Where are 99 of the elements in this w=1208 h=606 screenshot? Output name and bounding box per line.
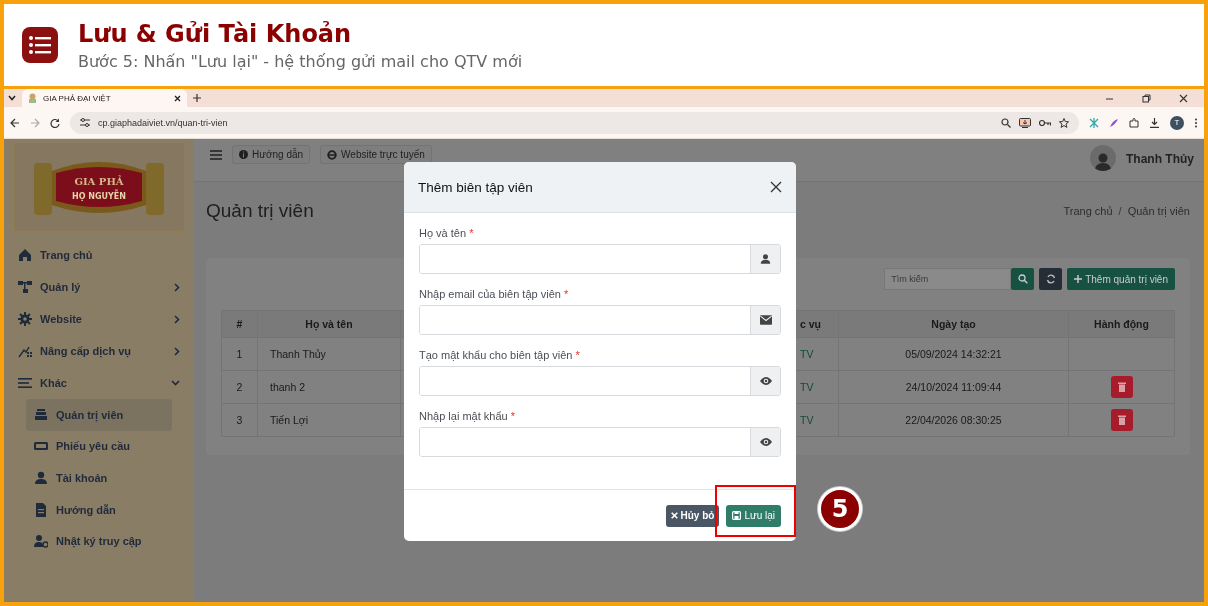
user-avatar[interactable]	[1090, 145, 1116, 171]
save-button[interactable]: Lưu lại	[726, 504, 781, 527]
sidebar-subitem[interactable]: Quản trị viên	[26, 399, 172, 431]
column-header: Hành động	[1068, 310, 1175, 338]
feather-icon[interactable]	[1109, 117, 1119, 128]
breadcrumb-link[interactable]: Trang chủ	[1063, 205, 1113, 217]
table-cell: 22/04/2026 08:30:25	[838, 403, 1069, 437]
column-header: Họ và tên	[257, 310, 401, 338]
close-icon[interactable]	[174, 94, 181, 102]
guide-subtitle: Bước 5: Nhấn "Lưu lại" - hệ thống gửi mail cho QTV mới	[78, 51, 523, 71]
url-text: cp.giaphadaiviet.vn/quan-tri-vien	[98, 117, 229, 128]
menu-item-icon	[34, 471, 48, 485]
column-header: Ngày tạo	[838, 310, 1069, 338]
sidebar-item[interactable]: Nâng cấp dịch vụ	[4, 335, 194, 367]
sidebar-item[interactable]: Khác	[4, 367, 194, 399]
search-button[interactable]	[1011, 268, 1035, 290]
table-cell: Tiến Lợi	[257, 403, 401, 437]
back-icon[interactable]	[10, 117, 20, 128]
delete-button[interactable]	[1110, 409, 1133, 431]
menu-item-icon	[18, 248, 32, 262]
delete-button[interactable]	[1110, 376, 1133, 398]
field-label: Nhập lại mật khẩu *	[419, 410, 516, 422]
guide-title: Lưu & Gửi Tài Khoản	[78, 19, 353, 48]
input-addon[interactable]	[750, 367, 780, 395]
field-label: Nhập email của biên tập viên *	[419, 288, 570, 300]
input-addon[interactable]	[750, 428, 780, 456]
sidebar-item[interactable]: Quản lý	[4, 271, 194, 303]
user-name[interactable]: Thanh Thủy	[1126, 145, 1194, 173]
person-icon	[760, 253, 771, 265]
table-cell: Thanh Thủy	[257, 337, 401, 371]
more-icon[interactable]	[1194, 117, 1198, 128]
table-cell: 24/10/2024 11:09:44	[838, 370, 1069, 404]
menu-item-icon	[34, 502, 48, 517]
sidebar-item[interactable]: Trang chủ	[4, 239, 194, 271]
zoom-icon[interactable]	[1001, 117, 1011, 128]
extension-icon[interactable]	[1089, 117, 1099, 128]
menu-item-icon	[18, 312, 32, 326]
save-icon	[732, 511, 742, 520]
menu-item-icon	[18, 344, 32, 358]
address-bar[interactable]: cp.giaphadaiviet.vn/quan-tri-vien	[70, 111, 1079, 134]
restore-icon[interactable]	[1142, 93, 1151, 103]
sidebar-subitem[interactable]: Nhật ký truy cập	[26, 525, 172, 557]
sidebar-subitem[interactable]: Tài khoản	[26, 462, 172, 494]
plus-icon	[1074, 275, 1083, 283]
trash-icon	[1117, 415, 1126, 425]
chevron-right-icon	[174, 314, 180, 324]
page-title: Quản trị viên	[206, 200, 314, 222]
table-cell: 3	[221, 403, 258, 437]
sidebar-subitem[interactable]: Hướng dẫn	[26, 493, 172, 526]
reload-icon[interactable]	[50, 117, 60, 128]
close-icon[interactable]	[1179, 93, 1188, 103]
breadcrumb-separator: /	[1118, 205, 1122, 217]
sidebar-item[interactable]: Website	[4, 303, 194, 335]
eye-icon[interactable]	[758, 376, 773, 386]
refresh-button[interactable]	[1039, 268, 1063, 290]
info-icon	[239, 150, 248, 159]
table-cell: 05/09/2024 14:32:21	[838, 337, 1069, 371]
close-button[interactable]	[770, 181, 782, 193]
menu-item-icon	[18, 280, 32, 294]
logo-drawing[interactable]: GIA PHẢ HỌ NGUYỄN	[14, 143, 184, 231]
menu-item-icon	[34, 407, 48, 422]
table-cell: thanh 2	[257, 370, 401, 404]
browser-tab[interactable]: GIA PHẢ ĐẠI VIỆT	[22, 89, 187, 107]
table-cell: 1	[221, 337, 258, 371]
menu-item-icon	[18, 376, 32, 390]
add-admin-button[interactable]: Thêm quản trị viên	[1067, 268, 1175, 290]
sidebar-subitem[interactable]: Phiếu yêu cầu	[26, 430, 172, 463]
download-icon[interactable]	[1149, 117, 1160, 128]
cancel-button[interactable]: Hủy bỏ	[665, 504, 720, 527]
header-button[interactable]: Website trực tuyến	[320, 145, 432, 164]
dialog-title: Thêm biên tập viên	[418, 179, 533, 195]
star-icon[interactable]	[1059, 117, 1069, 128]
favicon-icon	[28, 93, 37, 103]
profile-avatar[interactable]: T	[1170, 115, 1184, 130]
menu-item-icon	[34, 534, 48, 549]
tab-title: GIA PHẢ ĐẠI VIỆT	[43, 93, 112, 103]
list-icon	[22, 27, 58, 63]
table-cell: 2	[221, 370, 258, 404]
header-button[interactable]: Hướng dẫn	[232, 145, 311, 164]
chevron-down-icon[interactable]	[8, 95, 16, 101]
chevron-down-icon	[171, 380, 180, 386]
breadcrumb-current: Quản trị viên	[1127, 205, 1190, 217]
column-header: #	[221, 310, 258, 338]
field-label: Họ và tên *	[419, 227, 475, 239]
install-icon[interactable]	[1019, 117, 1031, 128]
close-icon	[670, 512, 678, 519]
tune-icon[interactable]	[80, 118, 90, 127]
eye-icon[interactable]	[758, 437, 773, 447]
chevron-right-icon	[174, 282, 180, 292]
envelope-icon	[759, 315, 772, 325]
trash-icon	[1117, 382, 1126, 392]
search-icon	[1017, 274, 1028, 284]
chevron-right-icon	[174, 346, 180, 356]
menu-icon[interactable]	[210, 150, 222, 160]
field-label: Tạo mật khẩu cho biên tập viên *	[419, 349, 581, 361]
search-field[interactable]: Tìm kiếm	[884, 268, 1012, 290]
plus-icon[interactable]	[193, 94, 201, 102]
key-icon[interactable]	[1039, 118, 1051, 127]
refresh-icon	[1045, 274, 1056, 284]
